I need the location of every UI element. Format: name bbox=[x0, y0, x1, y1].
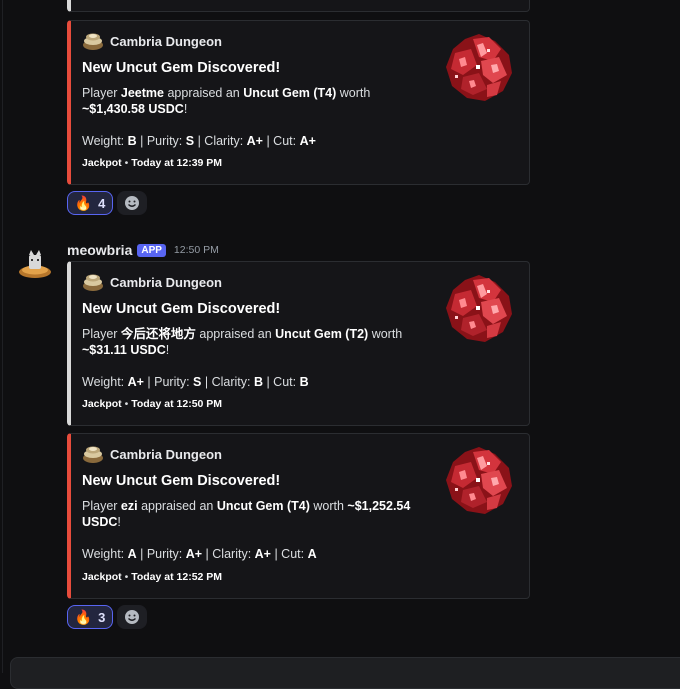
purity-value: A+ bbox=[185, 547, 203, 561]
gem-thumbnail-icon[interactable] bbox=[443, 444, 515, 516]
cambria-dungeon-icon bbox=[83, 446, 103, 463]
footer-separator: • bbox=[121, 571, 132, 583]
desc-text: ! bbox=[165, 343, 170, 357]
weight-value: A bbox=[127, 547, 137, 561]
cambria-dungeon-icon bbox=[83, 274, 103, 291]
previous-embed-edge bbox=[67, 0, 530, 12]
cambria-dungeon-icon bbox=[83, 33, 103, 50]
desc-text: worth bbox=[336, 86, 371, 100]
embed-title: New Uncut Gem Discovered! bbox=[82, 60, 281, 76]
clarity-value: A+ bbox=[254, 547, 271, 561]
desc-text: Player bbox=[82, 499, 121, 513]
embed-author-name: Cambria Dungeon bbox=[110, 33, 222, 49]
weight-value: A+ bbox=[127, 375, 144, 389]
desc-text: Player bbox=[82, 327, 121, 341]
fire-reaction-button[interactable]: 🔥 4 bbox=[67, 191, 113, 215]
stat-label: | Cut: bbox=[262, 375, 300, 389]
fire-icon: 🔥 bbox=[74, 608, 93, 625]
purity-value: S bbox=[185, 134, 195, 148]
footer-time: Today at 12:50 PM bbox=[131, 398, 223, 410]
footer-label: Jackpot bbox=[82, 398, 122, 410]
stat-label: Weight: bbox=[82, 134, 128, 148]
app-badge: APP bbox=[137, 243, 166, 257]
gem-value: ~$1,430.58 USDC bbox=[82, 102, 184, 116]
gem-thumbnail-icon[interactable] bbox=[443, 272, 515, 344]
embed-author: Cambria Dungeon bbox=[82, 272, 222, 292]
weight-value: B bbox=[127, 134, 137, 148]
stat-label: | Purity: bbox=[136, 547, 186, 561]
add-reaction-button[interactable] bbox=[117, 191, 147, 215]
footer-separator: • bbox=[121, 157, 132, 169]
add-reaction-icon bbox=[125, 610, 139, 624]
desc-text: appraised an bbox=[137, 499, 217, 513]
channel-divider bbox=[2, 0, 3, 673]
player-name: Jeetme bbox=[120, 86, 164, 100]
embed-title: New Uncut Gem Discovered! bbox=[82, 301, 281, 317]
stat-label: | Cut: bbox=[270, 547, 308, 561]
gem-name: Uncut Gem (T2) bbox=[275, 327, 369, 341]
gem-name: Uncut Gem (T4) bbox=[243, 86, 337, 100]
stat-label: Weight: bbox=[82, 547, 128, 561]
gem-stats: Weight: A+ | Purity: S | Clarity: B | Cu… bbox=[82, 374, 427, 390]
embed-title: New Uncut Gem Discovered! bbox=[82, 473, 281, 489]
gem-stats: Weight: A | Purity: A+ | Clarity: A+ | C… bbox=[82, 546, 427, 562]
stat-label: | Purity: bbox=[136, 134, 186, 148]
message-composer[interactable] bbox=[10, 657, 680, 689]
gem-name: Uncut Gem (T4) bbox=[216, 499, 310, 513]
footer-label: Jackpot bbox=[82, 157, 122, 169]
desc-text: appraised an bbox=[164, 86, 244, 100]
message-header: meowbria APP 12:50 PM bbox=[67, 242, 219, 258]
stat-label: Weight: bbox=[82, 375, 128, 389]
stat-label: | Cut: bbox=[262, 134, 300, 148]
clarity-value: B bbox=[253, 375, 263, 389]
footer-time: Today at 12:39 PM bbox=[131, 157, 223, 169]
stat-label: | Purity: bbox=[143, 375, 194, 389]
stat-label: | Clarity: bbox=[202, 547, 255, 561]
embed-description: Player ezi appraised an Uncut Gem (T4) w… bbox=[82, 498, 427, 530]
gem-stats: Weight: B | Purity: S | Clarity: A+ | Cu… bbox=[82, 133, 427, 149]
cut-value: A bbox=[307, 547, 317, 561]
embed-footer: Jackpot • Today at 12:39 PM bbox=[82, 157, 222, 169]
embed-description: Player 今后还将地方 appraised an Uncut Gem (T2… bbox=[82, 326, 427, 358]
desc-text: ! bbox=[117, 515, 121, 529]
gem-embed: Cambria Dungeon New Uncut Gem Discovered… bbox=[67, 20, 530, 185]
footer-label: Jackpot bbox=[82, 571, 122, 583]
embed-author-name: Cambria Dungeon bbox=[110, 446, 222, 462]
desc-text: ! bbox=[183, 102, 188, 116]
message-timestamp: 12:50 PM bbox=[173, 244, 219, 256]
gem-thumbnail-icon[interactable] bbox=[443, 31, 515, 103]
cut-value: A+ bbox=[299, 134, 316, 148]
gem-embed: Cambria Dungeon New Uncut Gem Discovered… bbox=[67, 433, 530, 599]
cut-value: B bbox=[299, 375, 309, 389]
fire-reaction-button[interactable]: 🔥 3 bbox=[67, 605, 113, 629]
add-reaction-icon bbox=[125, 196, 139, 210]
gem-embed: Cambria Dungeon New Uncut Gem Discovered… bbox=[67, 261, 530, 426]
fire-icon: 🔥 bbox=[74, 194, 93, 211]
avatar[interactable] bbox=[18, 249, 52, 279]
reaction-count: 4 bbox=[98, 195, 106, 211]
clarity-value: A+ bbox=[246, 134, 263, 148]
stat-label: | Clarity: bbox=[194, 134, 247, 148]
embed-author-name: Cambria Dungeon bbox=[110, 274, 222, 290]
footer-time: Today at 12:52 PM bbox=[131, 571, 223, 583]
desc-text: worth bbox=[368, 327, 403, 341]
gem-value: ~$31.11 USDC bbox=[82, 343, 166, 357]
desc-text: Player bbox=[82, 86, 121, 100]
reaction-count: 3 bbox=[98, 609, 106, 625]
username[interactable]: meowbria bbox=[67, 242, 132, 258]
footer-separator: • bbox=[121, 398, 132, 410]
desc-text: appraised an bbox=[195, 327, 276, 341]
stat-label: | Clarity: bbox=[201, 375, 254, 389]
embed-footer: Jackpot • Today at 12:50 PM bbox=[82, 398, 222, 410]
desc-text: worth bbox=[309, 499, 348, 513]
embed-description: Player Jeetme appraised an Uncut Gem (T4… bbox=[82, 85, 427, 117]
embed-author: Cambria Dungeon bbox=[82, 31, 222, 51]
embed-footer: Jackpot • Today at 12:52 PM bbox=[82, 571, 222, 583]
embed-author: Cambria Dungeon bbox=[82, 444, 222, 464]
add-reaction-button[interactable] bbox=[117, 605, 147, 629]
player-name: ezi bbox=[120, 499, 138, 513]
player-name: 今后还将地方 bbox=[120, 327, 196, 341]
